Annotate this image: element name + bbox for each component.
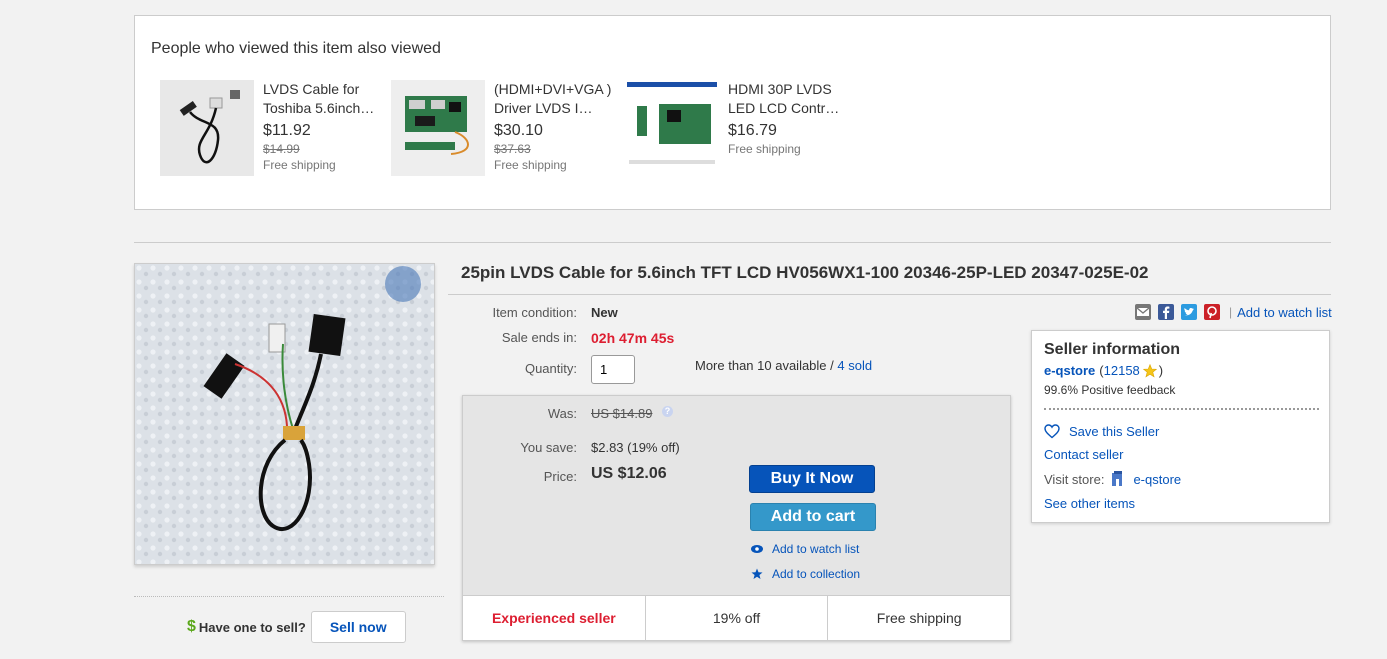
quantity-label: Quantity: — [524, 361, 577, 376]
also-viewed-item-price: $16.79 — [728, 122, 777, 139]
add-to-watch-list-top-link[interactable]: Add to watch list — [1237, 305, 1332, 320]
sale-ends-countdown: 02h 47m 45s — [591, 330, 675, 346]
product-thumbnail[interactable] — [625, 80, 719, 176]
visit-store-label: Visit store: — [1044, 471, 1105, 487]
buy-it-now-button[interactable]: Buy It Now — [749, 465, 875, 493]
condition-label: Item condition: — [492, 305, 577, 320]
availability: More than 10 available / 4 sold — [695, 358, 872, 373]
seller-separator — [1044, 408, 1319, 410]
save-seller-link[interactable]: Save this Seller — [1044, 424, 1159, 439]
price-label: Price: — [543, 469, 577, 484]
experienced-seller-badge: Experienced seller — [463, 596, 646, 640]
pinterest-icon[interactable] — [1204, 304, 1220, 320]
email-icon[interactable] — [1135, 304, 1151, 320]
heart-icon — [1044, 424, 1060, 439]
you-save-value: $2.83 (19% off) — [591, 440, 680, 455]
add-to-collection-link[interactable]: Add to collection — [751, 567, 860, 581]
positive-feedback: 99.6% Positive feedback — [1044, 383, 1176, 397]
you-save-label: You save: — [520, 440, 577, 455]
also-viewed-item-was-price: $37.63 — [494, 142, 531, 156]
also-viewed-item-shipping: Free shipping — [494, 158, 567, 172]
sell-question: Have one to sell? — [198, 619, 306, 635]
quantity-input[interactable] — [591, 355, 635, 384]
star-icon — [751, 568, 763, 579]
also-viewed-item-was-price: $14.99 — [263, 142, 300, 156]
item-title: 25pin LVDS Cable for 5.6inch TFT LCD HV0… — [461, 263, 1149, 282]
seller-name-row: e-qstore ( 12158 ) — [1044, 363, 1163, 378]
seller-info-title: Seller information — [1044, 341, 1181, 358]
dollar-icon: $ — [187, 618, 196, 635]
price-footer: Experienced seller 19% off Free shipping — [463, 595, 1010, 640]
visit-store-row: Visit store: e-qstore — [1044, 470, 1181, 488]
seller-name-link[interactable]: e-qstore — [1044, 363, 1095, 378]
store-icon — [1112, 471, 1123, 486]
was-price: US $14.89 — [591, 406, 653, 421]
also-viewed-item-price: $11.92 — [263, 122, 311, 139]
add-to-watch-list-link[interactable]: Add to watch list — [751, 542, 859, 556]
sold-count-link[interactable]: 4 sold — [837, 358, 872, 373]
also-viewed-item-name[interactable]: HDMI 30P LVDS LED LCD Contr… — [728, 80, 858, 118]
seller-score-link[interactable]: 12158 — [1104, 363, 1140, 378]
save-seller-label[interactable]: Save this Seller — [1069, 424, 1159, 439]
price-value: US $12.06 — [591, 465, 667, 482]
see-other-items-link[interactable]: See other items — [1044, 496, 1135, 511]
condition-value: New — [591, 305, 618, 320]
product-thumbnail[interactable] — [160, 80, 254, 176]
contact-seller-label[interactable]: Contact seller — [1044, 447, 1123, 462]
free-shipping-badge: Free shipping — [876, 610, 962, 626]
product-thumbnail[interactable] — [391, 80, 485, 176]
store-name-link[interactable]: e-qstore — [1133, 472, 1181, 487]
eye-icon — [751, 545, 763, 553]
contact-seller-link[interactable]: Contact seller — [1044, 447, 1123, 462]
help-icon[interactable]: ? — [662, 406, 673, 417]
rating-star-icon — [1142, 363, 1157, 377]
availability-text: More than 10 available / — [695, 358, 834, 373]
main-product-image[interactable] — [134, 263, 435, 565]
also-viewed-item-name[interactable]: LVDS Cable for Toshiba 5.6inch… — [263, 80, 393, 118]
twitter-icon[interactable] — [1181, 304, 1197, 320]
also-viewed-item-price: $30.10 — [494, 122, 543, 139]
add-to-watch-list-label[interactable]: Add to watch list — [772, 542, 859, 556]
also-viewed-item-shipping: Free shipping — [263, 158, 336, 172]
sell-prompt: $ Have one to sell? Sell now — [187, 611, 406, 643]
title-separator — [448, 294, 1331, 295]
section-divider — [134, 242, 1331, 243]
also-viewed-item-shipping: Free shipping — [728, 142, 801, 156]
seller-information-panel: Seller information e-qstore ( 12158 ) 99… — [1031, 330, 1330, 523]
add-to-collection-label[interactable]: Add to collection — [772, 567, 860, 581]
add-to-cart-button[interactable]: Add to cart — [750, 503, 876, 531]
left-separator — [134, 596, 444, 597]
see-other-items-label[interactable]: See other items — [1044, 496, 1135, 511]
discount-badge: 19% off — [646, 596, 829, 640]
also-viewed-title: People who viewed this item also viewed — [151, 40, 441, 57]
close-paren: ) — [1158, 363, 1164, 378]
also-viewed-item-name[interactable]: (HDMI+DVI+VGA ) Driver LVDS I… — [494, 80, 624, 118]
was-label: Was: — [547, 406, 577, 421]
share-separator: | — [1229, 305, 1233, 319]
sell-now-button[interactable]: Sell now — [310, 611, 406, 643]
facebook-icon[interactable] — [1158, 304, 1174, 320]
sale-ends-label: Sale ends in: — [501, 330, 577, 345]
also-viewed-panel: People who viewed this item also viewed … — [134, 15, 1331, 210]
share-row: | Add to watch list — [1135, 304, 1332, 320]
